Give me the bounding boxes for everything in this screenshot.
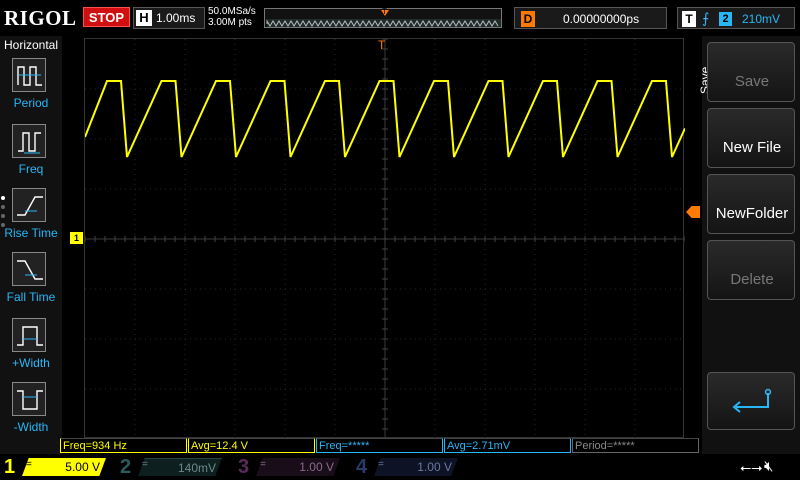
run-stop-indicator[interactable]: STOP [83, 7, 130, 27]
channel-2-number: 2 [120, 456, 132, 478]
new-folder-button[interactable]: NewFolder [707, 174, 795, 234]
delay-box[interactable]: D 0.00000000ps [514, 7, 667, 29]
trigger-source: 2 [719, 12, 732, 26]
brand-logo: RIGOL [4, 6, 77, 30]
timebase-box[interactable]: H 1.00ms [133, 7, 205, 29]
measure-fall-time-label: Fall Time [6, 290, 56, 304]
measure-freq[interactable]: Freq [0, 124, 62, 188]
measure-period[interactable]: Period [0, 58, 62, 122]
memory-trigger-marker: T [382, 7, 387, 16]
delay-label: D [521, 11, 535, 27]
save-button-label: Save [734, 73, 770, 90]
channel-2-coupling: = [142, 459, 148, 470]
save-menu: Save Save New File NewFolder Delete [698, 36, 800, 454]
measurement-ch2-freq[interactable]: Freq=***** [316, 438, 443, 453]
channel-1-number: 1 [4, 456, 16, 478]
trigger-position-marker[interactable]: T [378, 38, 385, 52]
channel-1-status[interactable]: 1 5.00 V = [0, 456, 112, 478]
channel-1-coupling: = [26, 459, 32, 470]
channel-4-scale: 1.00 V [374, 458, 458, 476]
channel-3-coupling: = [260, 459, 266, 470]
channel-4-status[interactable]: 4 1.00 V = [352, 456, 464, 478]
top-status-bar: RIGOL STOP H 1.00ms 50.0MSa/s 3.00M pts … [0, 0, 800, 36]
measure-pos-width-label: +Width [12, 356, 50, 370]
channel-1-scale: 5.00 V [22, 458, 106, 476]
pos-width-icon [12, 318, 46, 352]
fall-time-icon [12, 252, 46, 286]
measure-freq-label: Freq [18, 162, 44, 176]
neg-width-icon [12, 382, 46, 416]
measurement-results-bar: Freq=934 Hz Avg=12.4 V Freq=***** Avg=2.… [60, 438, 702, 453]
freq-icon [12, 124, 46, 158]
channel-4-number: 4 [356, 456, 368, 478]
return-arrow-icon [732, 388, 772, 413]
sample-rate: 50.0MSa/s [208, 6, 256, 17]
return-button[interactable] [707, 372, 795, 430]
trigger-label: T [682, 11, 696, 27]
new-folder-label: NewFolder [715, 205, 789, 222]
delay-value: 0.00000000ps [563, 12, 640, 26]
measure-pos-width[interactable]: +Width [0, 318, 62, 382]
channel-3-status[interactable]: 3 1.00 V = [234, 456, 346, 478]
channel-4-coupling: = [378, 459, 384, 470]
measure-fall-time[interactable]: Fall Time [0, 252, 62, 316]
new-file-button[interactable]: New File [707, 108, 795, 168]
period-icon [12, 58, 46, 92]
timebase-value: 1.00ms [156, 11, 196, 25]
memory-depth: 3.00M pts [208, 17, 252, 28]
channel-2-scale: 140mV [138, 458, 222, 476]
measure-period-label: Period [13, 96, 49, 110]
acquisition-info: 50.0MSa/s 3.00M pts [208, 6, 256, 28]
speaker-mute-icon[interactable]: 🔇︎ [764, 458, 773, 475]
measure-rise-time[interactable]: Rise Time [0, 188, 62, 252]
rising-edge-icon: ⨍ [702, 10, 710, 26]
save-button[interactable]: Save [707, 42, 795, 102]
channel-2-status[interactable]: 2 140mV = [116, 456, 228, 478]
measure-menu: Horizontal Period Freq Rise Time Fall Ti… [0, 36, 62, 454]
delete-button[interactable]: Delete [707, 240, 795, 300]
measurement-ch1-freq[interactable]: Freq=934 Hz [60, 438, 187, 453]
channel-3-scale: 1.00 V [256, 458, 340, 476]
channel-3-number: 3 [238, 456, 250, 478]
measure-neg-width-label: -Width [13, 420, 49, 434]
trigger-level-marker[interactable] [686, 206, 700, 218]
new-file-label: New File [722, 139, 782, 156]
measure-neg-width[interactable]: -Width [0, 382, 62, 446]
delete-label: Delete [730, 271, 774, 288]
rise-time-icon [12, 188, 46, 222]
measurement-period[interactable]: Period=***** [572, 438, 699, 453]
trigger-level-value: 210mV [742, 12, 781, 26]
channel-status-bar: 1 5.00 V = 2 140mV = 3 1.00 V = 4 1.00 V… [0, 454, 800, 480]
waveform-grid [85, 39, 685, 439]
measure-menu-title: Horizontal [3, 38, 59, 52]
usb-icon: ⭠⭢ [740, 459, 763, 475]
measurement-ch2-avg[interactable]: Avg=2.71mV [444, 438, 571, 453]
memory-overview-strip[interactable]: T [264, 7, 502, 28]
measurement-ch1-avg[interactable]: Avg=12.4 V [188, 438, 315, 453]
horizontal-label: H [136, 10, 152, 26]
ch1-offset-marker[interactable]: 1 [70, 232, 83, 244]
waveform-display[interactable] [84, 38, 685, 439]
trigger-box[interactable]: T ⨍ 2 210mV [677, 7, 795, 29]
measure-rise-time-label: Rise Time [4, 226, 58, 240]
